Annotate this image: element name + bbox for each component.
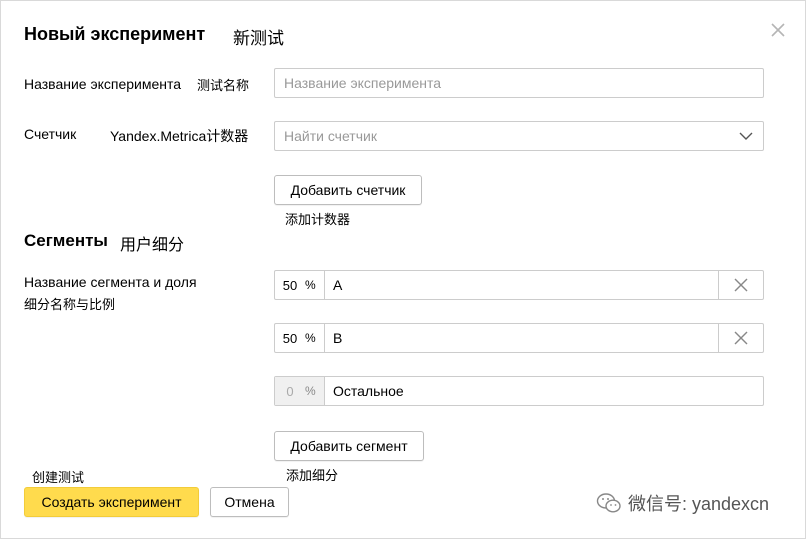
segment-percent-value: 50 bbox=[282, 330, 298, 346]
segment-percent-field[interactable]: 50 % bbox=[275, 271, 325, 299]
segment-name-field[interactable]: B bbox=[325, 324, 718, 352]
dialog-title-cn: 新测试 bbox=[233, 29, 284, 48]
segment-percent-field[interactable]: 50 % bbox=[275, 324, 325, 352]
segment-percent-value: 50 bbox=[282, 277, 298, 293]
experiment-name-label-cn: 测试名称 bbox=[197, 78, 250, 93]
add-counter-button[interactable]: Добавить счетчик bbox=[274, 175, 422, 205]
cancel-button[interactable]: Отмена bbox=[210, 487, 289, 517]
wechat-icon bbox=[596, 493, 621, 513]
watermark: 微信号: yandexcn bbox=[596, 490, 769, 516]
segments-title: Сегменты bbox=[24, 231, 108, 250]
segment-name-label: Название сегмента и доля bbox=[24, 274, 197, 290]
experiment-name-input[interactable] bbox=[274, 68, 764, 98]
counter-select[interactable]: Найти счетчик bbox=[274, 121, 764, 151]
segment-rest-name-field[interactable]: Остальное bbox=[325, 377, 763, 405]
segment-row: 50 % B bbox=[274, 323, 764, 353]
segment-rest-percent-value: 0 bbox=[286, 383, 294, 399]
segment-row-rest: 0 % Остальное bbox=[274, 376, 764, 406]
counter-select-placeholder: Найти счетчик bbox=[284, 128, 377, 144]
add-counter-caption-cn: 添加计数器 bbox=[285, 212, 351, 227]
percent-sign: % bbox=[305, 384, 316, 398]
chevron-down-icon bbox=[738, 128, 754, 144]
percent-sign: % bbox=[305, 278, 316, 292]
create-caption-cn: 创建测试 bbox=[32, 470, 85, 485]
watermark-text: 微信号: yandexcn bbox=[628, 494, 770, 514]
close-icon bbox=[734, 331, 748, 345]
close-icon bbox=[734, 278, 748, 292]
segment-name-field[interactable]: A bbox=[325, 271, 718, 299]
add-segment-caption-cn: 添加细分 bbox=[286, 468, 339, 483]
dialog-title: Новый эксперимент bbox=[24, 24, 206, 44]
experiment-name-label: Название эксперимента bbox=[24, 76, 182, 92]
counter-label: Счетчик bbox=[24, 126, 77, 142]
create-experiment-button[interactable]: Создать эксперимент bbox=[24, 487, 199, 517]
add-segment-button[interactable]: Добавить сегмент bbox=[274, 431, 424, 461]
segment-rest-percent-field: 0 % bbox=[275, 377, 325, 405]
segment-row: 50 % A bbox=[274, 270, 764, 300]
percent-sign: % bbox=[305, 331, 316, 345]
counter-label-cn: Yandex.Metrica计数器 bbox=[110, 128, 249, 144]
close-icon[interactable] bbox=[768, 20, 788, 40]
segments-title-cn: 用户细分 bbox=[120, 237, 185, 254]
remove-segment-button[interactable] bbox=[718, 271, 763, 299]
remove-segment-button[interactable] bbox=[718, 324, 763, 352]
segment-name-label-cn: 细分名称与比例 bbox=[24, 297, 116, 312]
